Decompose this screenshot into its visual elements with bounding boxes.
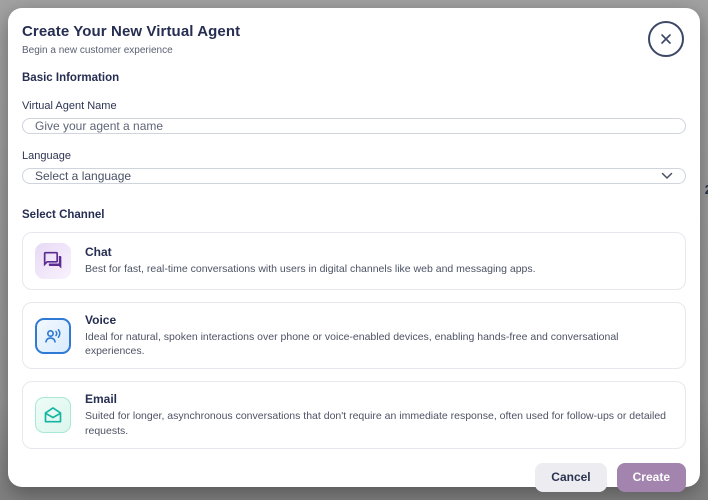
channel-card-text: Email Suited for longer, asynchronous co… (85, 392, 673, 437)
chat-bubbles-icon (35, 243, 71, 279)
modal-subtitle: Begin a new customer experience (22, 45, 240, 56)
close-icon (659, 32, 673, 46)
create-button[interactable]: Create (617, 463, 686, 492)
modal-footer: Cancel Create (22, 449, 686, 492)
modal-header: Create Your New Virtual Agent Begin a ne… (22, 23, 686, 57)
channel-card-email[interactable]: Email Suited for longer, asynchronous co… (22, 381, 686, 448)
channel-card-voice[interactable]: Voice Ideal for natural, spoken interact… (22, 302, 686, 369)
channel-description: Suited for longer, asynchronous conversa… (85, 409, 673, 437)
create-agent-modal: Create Your New Virtual Agent Begin a ne… (8, 8, 700, 487)
language-select[interactable]: Select a language (22, 168, 686, 184)
modal-header-text: Create Your New Virtual Agent Begin a ne… (22, 23, 240, 56)
channel-title: Voice (85, 313, 673, 327)
cancel-button[interactable]: Cancel (535, 463, 606, 492)
channel-card-text: Chat Best for fast, real-time conversati… (85, 245, 536, 276)
chevron-down-icon (661, 172, 673, 180)
channel-description: Best for fast, real-time conversations w… (85, 262, 536, 276)
voice-person-icon (35, 318, 71, 354)
select-channel-heading: Select Channel (22, 209, 686, 221)
email-envelope-icon (35, 397, 71, 433)
agent-name-input[interactable] (22, 118, 686, 134)
close-button[interactable] (648, 21, 684, 57)
modal-title: Create Your New Virtual Agent (22, 23, 240, 40)
channel-card-chat[interactable]: Chat Best for fast, real-time conversati… (22, 232, 686, 290)
channel-description: Ideal for natural, spoken interactions o… (85, 330, 673, 358)
basic-information-heading: Basic Information (22, 72, 686, 84)
agent-name-label: Virtual Agent Name (22, 100, 686, 112)
language-label: Language (22, 150, 686, 162)
channel-card-list: Chat Best for fast, real-time conversati… (22, 232, 686, 449)
language-select-value: Select a language (35, 169, 131, 183)
channel-card-text: Voice Ideal for natural, spoken interact… (85, 313, 673, 358)
channel-title: Email (85, 392, 673, 406)
channel-title: Chat (85, 245, 536, 259)
